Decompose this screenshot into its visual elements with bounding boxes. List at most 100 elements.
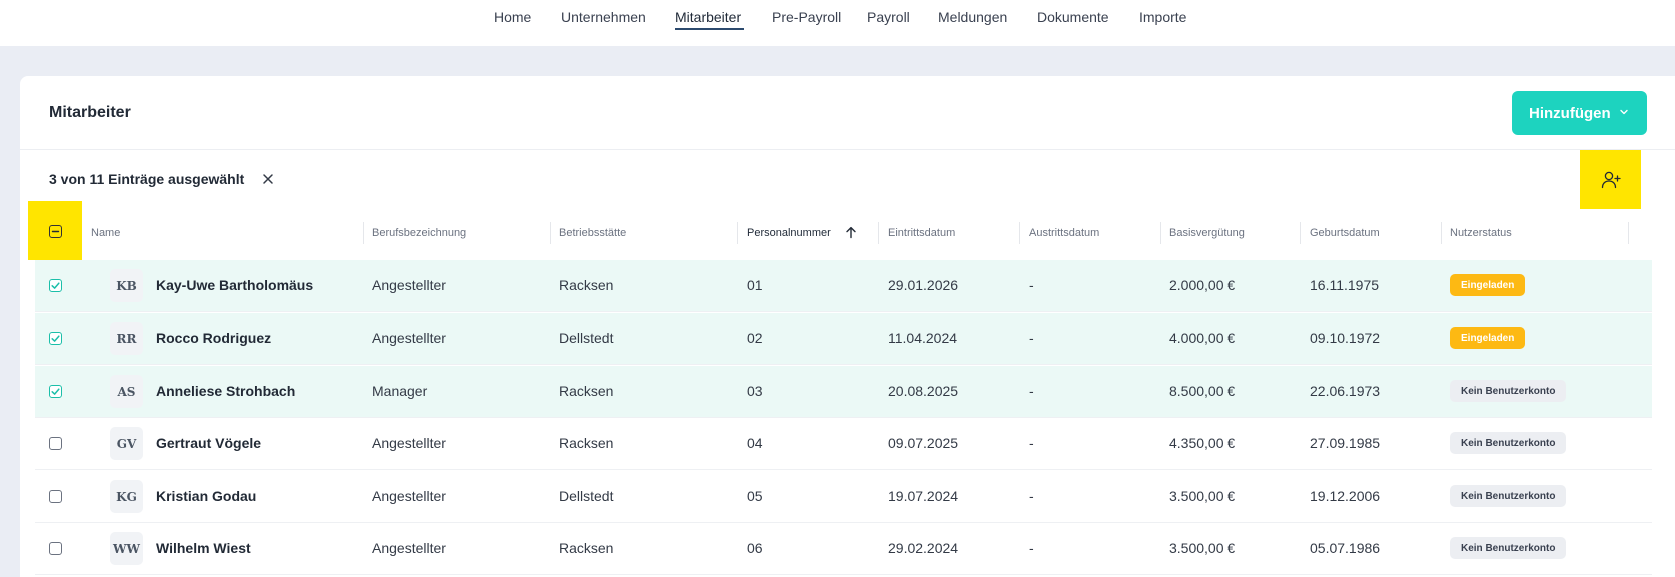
personnel-number: 01	[747, 277, 763, 293]
status-badge: Kein Benutzerkonto	[1450, 537, 1567, 559]
col-header-status[interactable]: Nutzerstatus	[1450, 227, 1512, 239]
entry-date: 29.01.2026	[888, 277, 959, 293]
nav-item-unternehmen[interactable]: Unternehmen	[561, 9, 646, 25]
select-all-checkbox[interactable]	[49, 225, 62, 238]
status-badge: Kein Benutzerkonto	[1450, 485, 1567, 507]
entry-date: 11.04.2024	[888, 330, 958, 346]
column-separator	[1300, 222, 1301, 244]
row-checkbox[interactable]	[49, 542, 62, 555]
personnel-number: 06	[747, 540, 763, 556]
add-button-label: Hinzufügen	[1529, 104, 1611, 122]
employee-name[interactable]: Anneliese Strohbach	[156, 383, 295, 399]
col-header-birth[interactable]: Geburtsdatum	[1310, 227, 1380, 239]
employee-name[interactable]: Kay-Uwe Bartholomäus	[156, 277, 313, 293]
table-row[interactable]: WW Wilhelm Wiest Angestellter Racksen 06 29.0…	[35, 523, 1652, 575]
column-separator	[1441, 222, 1442, 244]
row-checkbox[interactable]	[49, 490, 62, 503]
col-header-salary[interactable]: Basisvergütung	[1169, 227, 1245, 239]
entry-date: 20.08.2025	[888, 383, 959, 399]
personnel-number: 05	[747, 488, 763, 504]
birth-date: 22.06.1973	[1310, 383, 1381, 399]
job-title: Manager	[372, 383, 428, 399]
nav-item-dokumente[interactable]: Dokumente	[1037, 9, 1109, 25]
site: Racksen	[559, 540, 614, 556]
exit-date: -	[1029, 383, 1034, 399]
job-title: Angestellter	[372, 488, 446, 504]
table-row[interactable]: RR Rocco Rodriguez Angestellter Dellstedt 02…	[35, 313, 1652, 365]
status-badge: Kein Benutzerkonto	[1450, 380, 1567, 402]
nav-item-mitarbeiter[interactable]: Mitarbeiter	[675, 9, 741, 25]
sort-ascending-icon[interactable]	[845, 226, 857, 239]
base-salary: 3.500,00 €	[1169, 488, 1236, 504]
entry-date: 29.02.2024	[888, 540, 959, 556]
job-title: Angestellter	[372, 330, 446, 346]
checkmark-icon	[51, 388, 60, 395]
col-header-site[interactable]: Betriebsstätte	[559, 227, 626, 239]
nav-item-pre-payroll[interactable]: Pre-Payroll	[772, 9, 841, 25]
job-title: Angestellter	[372, 277, 446, 293]
invite-user-button[interactable]	[1580, 150, 1641, 209]
employee-name[interactable]: Rocco Rodriguez	[156, 330, 271, 346]
site: Dellstedt	[559, 330, 614, 346]
close-icon[interactable]	[261, 172, 275, 186]
base-salary: 2.000,00 €	[1169, 277, 1236, 293]
site: Racksen	[559, 383, 614, 399]
table-row[interactable]: KB Kay-Uwe Bartholomäus Angestellter Rackse…	[35, 260, 1652, 312]
column-separator	[550, 222, 551, 244]
row-checkbox[interactable]	[49, 332, 62, 345]
avatar: WW	[110, 532, 143, 565]
job-title: Angestellter	[372, 435, 446, 451]
column-separator	[1160, 222, 1161, 244]
page-title: Mitarbeiter	[49, 104, 131, 121]
col-header-exit[interactable]: Austrittsdatum	[1029, 227, 1099, 239]
column-separator	[878, 222, 879, 244]
personnel-number: 04	[747, 435, 763, 451]
avatar: GV	[110, 427, 143, 460]
row-checkbox[interactable]	[49, 385, 62, 398]
add-button[interactable]: Hinzufügen	[1512, 91, 1647, 135]
chevron-down-icon	[1620, 109, 1628, 115]
employee-name[interactable]: Kristian Godau	[156, 488, 256, 504]
top-navigation: Home Unternehmen Mitarbeiter Pre-Payroll…	[0, 0, 1675, 46]
col-header-job[interactable]: Berufsbezeichnung	[372, 227, 466, 239]
personnel-number: 02	[747, 330, 763, 346]
avatar: AS	[110, 375, 143, 408]
row-checkbox[interactable]	[49, 279, 62, 292]
exit-date: -	[1029, 540, 1034, 556]
column-separator	[1019, 222, 1020, 244]
birth-date: 09.10.1972	[1310, 330, 1381, 346]
column-separator	[1628, 222, 1629, 244]
status-badge: Eingeladen	[1450, 327, 1526, 349]
header-divider	[20, 149, 1675, 150]
row-checkbox[interactable]	[49, 437, 62, 450]
column-separator	[737, 222, 738, 244]
col-header-number[interactable]: Personalnummer	[747, 227, 831, 239]
col-header-entry[interactable]: Eintrittsdatum	[888, 227, 955, 239]
table-row[interactable]: GV Gertraut Vögele Angestellter Racksen 04 09…	[35, 418, 1652, 470]
status-badge: Kein Benutzerkonto	[1450, 432, 1567, 454]
col-header-name[interactable]: Name	[91, 227, 120, 239]
site: Racksen	[559, 277, 614, 293]
exit-date: -	[1029, 330, 1034, 346]
nav-item-payroll[interactable]: Payroll	[867, 9, 910, 25]
birth-date: 19.12.2006	[1310, 488, 1381, 504]
indeterminate-icon	[51, 230, 60, 233]
avatar: RR	[110, 322, 143, 355]
employee-name[interactable]: Gertraut Vögele	[156, 435, 261, 451]
table-row[interactable]: AS Anneliese Strohbach Manager Racksen 03 20.…	[35, 366, 1652, 418]
nav-item-importe[interactable]: Importe	[1139, 9, 1186, 25]
exit-date: -	[1029, 435, 1034, 451]
column-separator	[363, 222, 364, 244]
avatar: KB	[110, 269, 143, 302]
birth-date: 05.07.1986	[1310, 540, 1381, 556]
nav-item-home[interactable]: Home	[494, 9, 531, 25]
status-badge: Eingeladen	[1450, 274, 1526, 296]
user-plus-icon	[1601, 171, 1621, 188]
nav-item-meldungen[interactable]: Meldungen	[938, 9, 1007, 25]
base-salary: 8.500,00 €	[1169, 383, 1236, 399]
entry-date: 19.07.2024	[888, 488, 959, 504]
base-salary: 3.500,00 €	[1169, 540, 1236, 556]
table-row[interactable]: KG Kristian Godau Angestellter Dellstedt 05 1…	[35, 471, 1652, 523]
entry-date: 09.07.2025	[888, 435, 959, 451]
employee-name[interactable]: Wilhelm Wiest	[156, 540, 251, 556]
